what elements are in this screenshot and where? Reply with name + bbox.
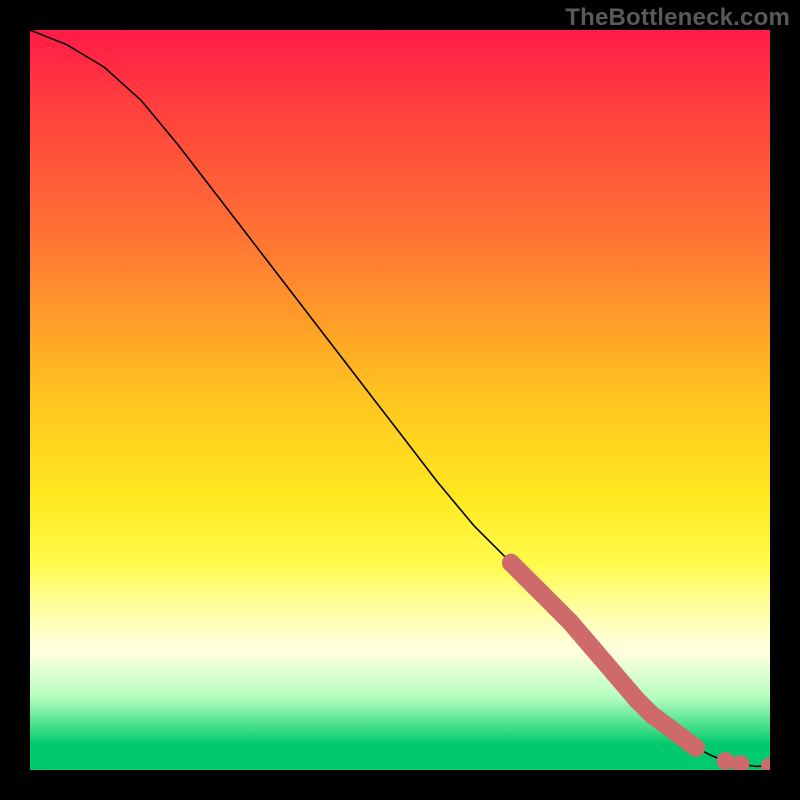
highlight-marker (761, 757, 770, 770)
highlight-marker (672, 728, 690, 746)
highlight-marker (643, 706, 661, 724)
highlight-markers-group (502, 554, 770, 770)
chart-frame: TheBottleneck.com (0, 0, 800, 800)
highlight-marker (628, 691, 646, 709)
plot-area (30, 30, 770, 770)
highlight-marker (687, 739, 705, 757)
highlight-marker (657, 717, 675, 735)
highlight-marker (517, 569, 535, 587)
highlight-marker (583, 639, 601, 657)
chart-svg (30, 30, 770, 770)
highlight-marker (561, 613, 579, 631)
highlight-marker (502, 554, 520, 572)
highlight-marker (731, 755, 749, 770)
highlight-marker (606, 665, 624, 683)
highlight-marker (546, 598, 564, 616)
highlight-marker (532, 583, 550, 601)
highlight-marker (717, 752, 735, 770)
bottleneck-curve (30, 30, 770, 766)
watermark-text: TheBottleneck.com (565, 4, 790, 32)
